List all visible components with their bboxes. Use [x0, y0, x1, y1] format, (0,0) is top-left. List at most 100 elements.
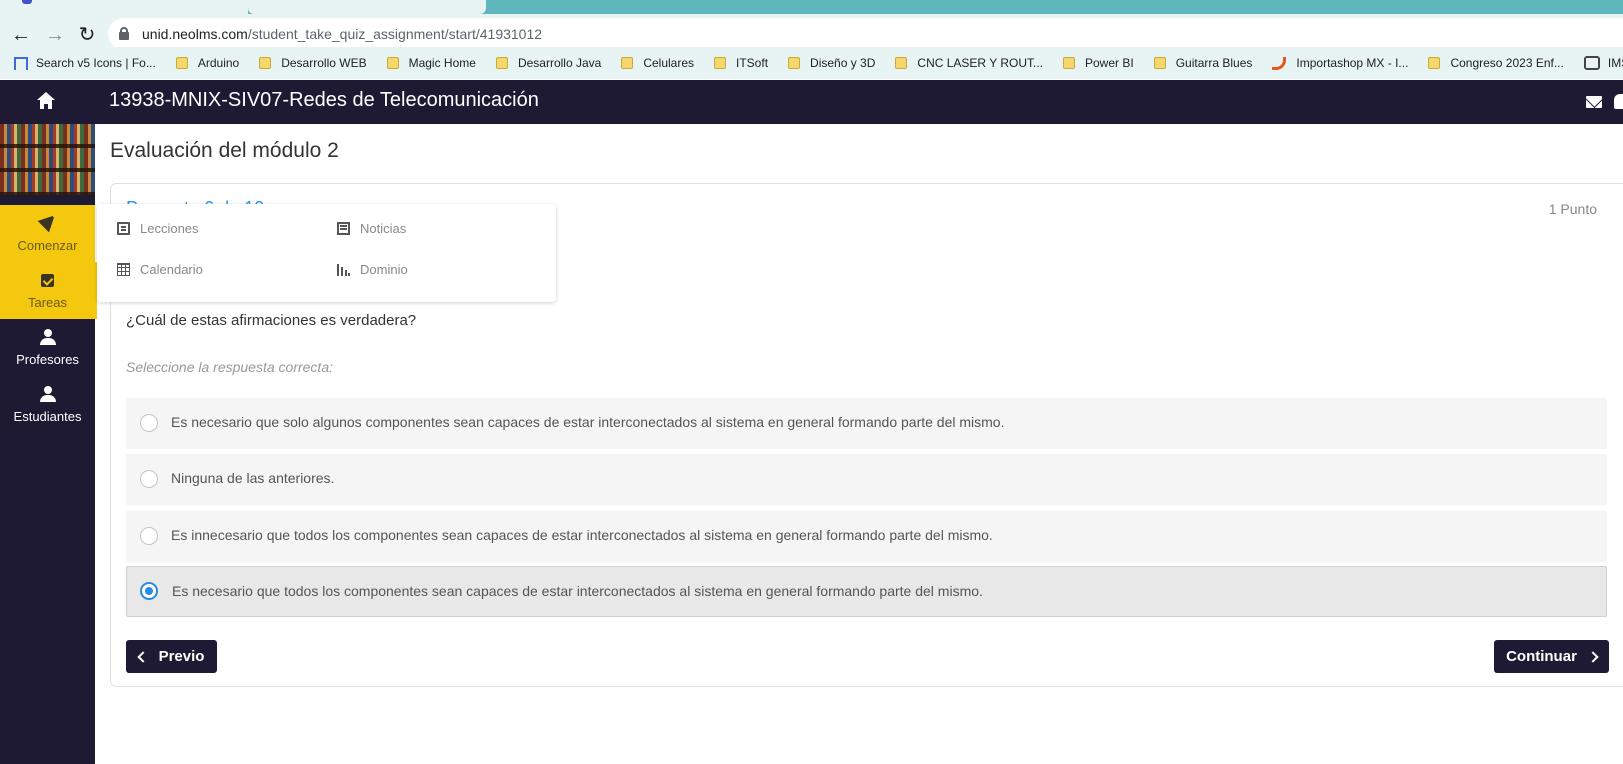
- folder-icon: [621, 57, 634, 69]
- bookmark-label: CNC LASER Y ROUT...: [917, 56, 1043, 70]
- sidebar: Comenzar Tareas Profesores Estudiantes: [0, 124, 97, 764]
- answer-option-selected[interactable]: Es necesario que todos los componentes s…: [126, 566, 1607, 617]
- bookmark-item[interactable]: Arduino: [175, 56, 240, 70]
- popover-item-label: Noticias: [360, 221, 407, 236]
- previous-button[interactable]: Previo: [126, 640, 217, 673]
- bookmark-label: Importashop MX - I...: [1296, 56, 1409, 70]
- folder-icon: [1063, 57, 1075, 69]
- bell-icon[interactable]: [1614, 94, 1623, 109]
- bookmark-item[interactable]: IMSS: [1583, 56, 1623, 70]
- bookmark-label: Arduino: [197, 56, 240, 70]
- answer-option[interactable]: Ninguna de las anteriores.: [126, 454, 1607, 505]
- bookmark-item[interactable]: CNC LASER Y ROUT...: [895, 56, 1043, 70]
- radio-button[interactable]: [140, 527, 158, 545]
- forward-arrow-icon[interactable]: →: [42, 22, 68, 48]
- browser-tab-strip: [0, 0, 1623, 14]
- answer-option[interactable]: Es innecesario que todos los componentes…: [126, 511, 1607, 562]
- bookmark-label: Search v5 Icons | Fo...: [36, 56, 156, 70]
- popover-item-noticias[interactable]: Noticias: [337, 221, 406, 236]
- bookmark-label: ITSoft: [736, 56, 769, 70]
- folder-icon: [714, 57, 727, 69]
- bar-chart-icon: [337, 263, 350, 276]
- bookmark-label: Celulares: [643, 56, 695, 70]
- url-text[interactable]: unid.neolms.com/student_take_quiz_assign…: [142, 26, 542, 42]
- newspaper-icon: [337, 222, 350, 235]
- course-title[interactable]: 13938-MNIX-SIV07-Redes de Telecomunicaci…: [109, 89, 539, 112]
- bookmarks-bar: Search v5 Icons | Fo... Arduino Desarrol…: [0, 47, 1623, 79]
- imss-icon: [1583, 56, 1600, 70]
- chevron-left-icon: [136, 650, 149, 663]
- bookmark-item[interactable]: Congreso 2023 Enf...: [1428, 56, 1564, 70]
- popover-item-label: Calendario: [140, 262, 203, 277]
- book-icon: [117, 222, 130, 235]
- flag-icon: [14, 56, 28, 70]
- lock-icon[interactable]: [119, 27, 129, 40]
- bookmark-label: IMSS: [1607, 56, 1623, 70]
- popover-item-label: Lecciones: [140, 221, 199, 236]
- answer-option-label: Es necesario que todos los componentes s…: [172, 583, 983, 599]
- bookmark-item[interactable]: Desarrollo Java: [495, 56, 602, 70]
- bookmark-item[interactable]: Desarrollo WEB: [259, 56, 367, 70]
- back-arrow-icon[interactable]: ←: [8, 22, 34, 48]
- checkbox-icon: [41, 274, 54, 287]
- sidebar-item-tareas[interactable]: Tareas: [0, 262, 97, 319]
- bookmark-label: Diseño y 3D: [810, 56, 876, 70]
- sidebar-item-profesores[interactable]: Profesores: [0, 319, 95, 376]
- bookmark-label: Magic Home: [408, 56, 476, 70]
- page-title: Evaluación del módulo 2: [110, 139, 339, 162]
- navigation-arrow-icon: [37, 209, 61, 233]
- previous-button-label: Previo: [158, 648, 205, 665]
- home-icon[interactable]: [36, 92, 56, 112]
- url-host: unid.neolms.com: [142, 26, 248, 42]
- radio-button-checked[interactable]: [140, 582, 158, 600]
- folder-icon: [259, 57, 272, 69]
- bookmark-item[interactable]: Power BI: [1063, 56, 1134, 70]
- sidebar-item-label: Tareas: [27, 295, 68, 310]
- popover-item-lecciones[interactable]: Lecciones: [117, 221, 199, 236]
- folder-icon: [788, 57, 801, 69]
- bookmark-label: Congreso 2023 Enf...: [1450, 56, 1564, 70]
- radio-button[interactable]: [140, 414, 158, 432]
- answer-option-label: Ninguna de las anteriores.: [171, 470, 335, 486]
- mail-icon[interactable]: [1586, 96, 1602, 108]
- browser-tab[interactable]: [248, 0, 486, 14]
- calendar-icon: [117, 263, 130, 276]
- folder-icon: [175, 57, 188, 69]
- popover-item-calendario[interactable]: Calendario: [117, 262, 203, 277]
- sidebar-item-label: Estudiantes: [13, 409, 82, 424]
- sidebar-item-estudiantes[interactable]: Estudiantes: [0, 376, 95, 433]
- bookmark-item[interactable]: Diseño y 3D: [788, 56, 875, 70]
- bookmark-item[interactable]: Guitarra Blues: [1153, 56, 1253, 70]
- reload-icon[interactable]: ↻: [74, 22, 100, 48]
- folder-icon: [386, 57, 399, 69]
- folder-icon: [1153, 57, 1166, 69]
- url-path: /student_take_quiz_assignment/start/4193…: [247, 26, 543, 42]
- sidebar-item-comenzar[interactable]: Comenzar: [0, 205, 95, 262]
- sidebar-item-label: Comenzar: [17, 238, 78, 253]
- bookmark-item[interactable]: Magic Home: [386, 56, 476, 70]
- radio-button[interactable]: [140, 470, 158, 488]
- continue-button-label: Continuar: [1506, 648, 1577, 665]
- folder-icon: [1428, 57, 1441, 69]
- address-bar[interactable]: unid.neolms.com/student_take_quiz_assign…: [108, 18, 1623, 50]
- continue-button[interactable]: Continuar: [1494, 640, 1609, 673]
- popover-item-dominio[interactable]: Dominio: [337, 262, 408, 277]
- browser-tab-active[interactable]: [0, 0, 248, 14]
- bookmark-item[interactable]: Importashop MX - I...: [1272, 56, 1408, 70]
- bookmark-label: Power BI: [1085, 56, 1134, 70]
- bookmark-label: Desarrollo WEB: [281, 56, 367, 70]
- person-icon: [40, 386, 56, 402]
- bookmark-label: Desarrollo Java: [517, 56, 602, 70]
- answer-option[interactable]: Es necesario que solo algunos componente…: [126, 398, 1607, 449]
- bookmark-item[interactable]: Celulares: [621, 56, 694, 70]
- answer-instruction: Seleccione la respuesta correcta:: [126, 359, 333, 375]
- answer-option-label: Es necesario que solo algunos componente…: [171, 414, 1005, 430]
- course-banner-image[interactable]: [0, 124, 95, 195]
- bookmark-item[interactable]: ITSoft: [714, 56, 768, 70]
- answer-option-label: Es innecesario que todos los componentes…: [171, 527, 993, 543]
- bookmark-item[interactable]: Search v5 Icons | Fo...: [14, 56, 156, 70]
- bookmark-label: Guitarra Blues: [1175, 56, 1253, 70]
- app-header: 13938-MNIX-SIV07-Redes de Telecomunicaci…: [0, 80, 1623, 124]
- importashop-icon: [1272, 56, 1287, 70]
- question-text: ¿Cuál de estas afirmaciones es verdadera…: [126, 312, 417, 329]
